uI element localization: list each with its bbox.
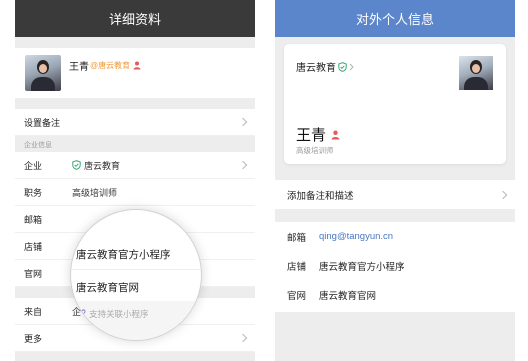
shop-row[interactable]: 店铺 唐云教育官方小程序: [275, 251, 515, 280]
external-header: 对外个人信息: [275, 0, 515, 37]
link-icon: [76, 308, 86, 318]
profile-card[interactable]: 王青 @唐云教育: [15, 48, 255, 98]
card-company-name: 唐云教育: [296, 63, 336, 74]
bottom-gap: [275, 312, 515, 361]
company-label: 企业: [24, 160, 43, 171]
magnified-website-value[interactable]: 唐云教育官网: [76, 280, 139, 295]
avatar[interactable]: [25, 55, 61, 91]
chevron-right-icon: [238, 117, 248, 127]
person-icon: [331, 130, 340, 140]
website-label: 官网: [287, 290, 307, 302]
company-value: 唐云教育: [84, 160, 121, 171]
magnifier-lens: 唐云教育官方小程序 唐云教育官网 支持关联小程序: [71, 210, 201, 340]
email-label: 邮箱: [24, 214, 43, 225]
contact-info-list: 邮箱 qing@tangyun.cn 店铺 唐云教育官方小程序 官网 唐云教育官…: [275, 222, 515, 312]
website-row[interactable]: 官网 唐云教育官网: [275, 280, 515, 309]
detail-title: 详细资料: [108, 12, 161, 27]
section-title: 企业信息: [24, 142, 52, 149]
card-job-title: 高级培训师: [296, 146, 334, 155]
card-person-name: 王青: [296, 127, 327, 144]
shop-label: 店铺: [287, 261, 307, 273]
shield-check-icon: [338, 61, 347, 72]
profile-name: 王青: [69, 61, 89, 73]
email-label: 邮箱: [287, 232, 307, 244]
email-value[interactable]: qing@tangyun.cn: [319, 231, 393, 242]
chevron-right-icon: [238, 160, 248, 170]
source-label: 来自: [24, 306, 43, 317]
card-name-row: 王青: [296, 124, 340, 145]
set-remark-row[interactable]: 设置备注: [15, 109, 255, 136]
shield-check-icon: [72, 160, 81, 170]
set-remark-label: 设置备注: [24, 117, 61, 128]
detail-profile-screen: 详细资料 王青 @唐云教育 设置备注 企业信息 企业 唐云教育 职务 高级培训师: [15, 0, 255, 361]
job-label: 职务: [24, 187, 43, 198]
email-row[interactable]: 邮箱 qing@tangyun.cn: [275, 222, 515, 251]
job-row: 职务 高级培训师: [15, 179, 255, 206]
add-remark-label: 添加备注和描述: [287, 190, 354, 202]
chevron-right-icon: [498, 190, 508, 199]
website-value[interactable]: 唐云教育官网: [319, 288, 376, 302]
shop-value[interactable]: 唐云教育官方小程序: [319, 259, 405, 273]
profile-name-row: 王青 @唐云教育: [69, 58, 141, 73]
shop-label: 店铺: [24, 241, 43, 252]
company-row[interactable]: 企业 唐云教育: [15, 152, 255, 179]
chevron-right-icon: [349, 63, 354, 71]
magnified-footer-text: 支持关联小程序: [89, 309, 149, 319]
website-label: 官网: [24, 268, 43, 279]
magnified-footer: 支持关联小程序: [71, 301, 201, 340]
add-remark-row[interactable]: 添加备注和描述: [275, 180, 515, 209]
business-card[interactable]: 唐云教育 王青 高级培训师: [284, 44, 506, 164]
avatar[interactable]: [459, 56, 493, 90]
detail-header: 详细资料: [15, 0, 255, 37]
magnified-shop-value[interactable]: 唐云教育官方小程序: [76, 247, 171, 262]
card-company[interactable]: 唐云教育: [296, 59, 354, 74]
company-tag: @唐云教育: [90, 60, 131, 70]
job-value: 高级培训师: [72, 187, 118, 198]
external-title: 对外个人信息: [355, 12, 434, 27]
chevron-right-icon: [238, 333, 248, 343]
person-icon: [133, 61, 141, 70]
more-label: 更多: [24, 333, 43, 344]
external-profile-screen: 对外个人信息 唐云教育 王青 高级培训师 添加备注和描述 邮箱 qing@tan…: [275, 0, 515, 361]
